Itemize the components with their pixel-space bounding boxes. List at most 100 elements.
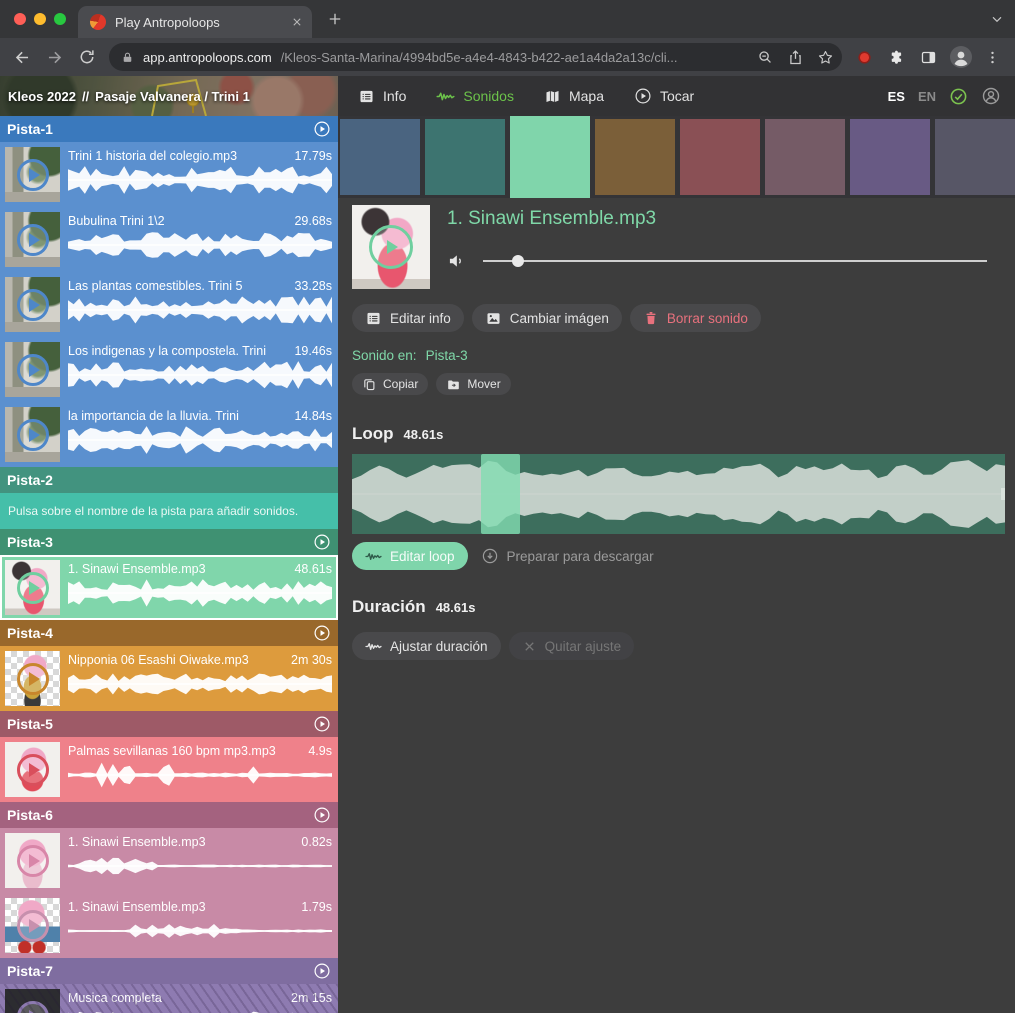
bookmark-star-icon[interactable]	[812, 44, 838, 70]
loop-highlight-region[interactable]	[481, 454, 520, 534]
clip-title-row: Bubulina Trini 1\229.68s	[68, 214, 332, 228]
adjust-duration-button[interactable]: Ajustar duración	[352, 632, 501, 660]
pista-play-button[interactable]	[313, 120, 331, 138]
pista-header[interactable]: Pista-7	[0, 958, 338, 984]
play-overlay-icon[interactable]	[352, 205, 430, 289]
clip-waveform	[68, 851, 332, 881]
play-overlay-icon[interactable]	[5, 651, 60, 706]
tab-close-icon[interactable]	[290, 15, 304, 29]
move-button[interactable]: Mover	[436, 373, 510, 395]
clip-row[interactable]: 1. Sinawi Ensemble.mp348.61s	[0, 555, 338, 620]
clip-name: Bubulina Trini 1\2	[68, 214, 165, 228]
url-bar[interactable]: app.antropoloops.com /Kleos-Santa-Marina…	[109, 43, 842, 71]
play-overlay-icon[interactable]	[5, 212, 60, 267]
browser-menu-icon[interactable]	[978, 43, 1007, 72]
reload-button[interactable]	[72, 43, 101, 72]
share-icon[interactable]	[782, 44, 808, 70]
clip-row[interactable]: Musica completa2m 15s	[0, 984, 338, 1013]
track-color-swatch[interactable]	[850, 119, 930, 195]
clip-row[interactable]: Los indigenas y la compostela. Trini19.4…	[0, 337, 338, 402]
pista-header[interactable]: Pista-5	[0, 711, 338, 737]
forward-button[interactable]	[40, 43, 69, 72]
play-overlay-icon[interactable]	[5, 342, 60, 397]
clip-row[interactable]: la importancia de la lluvia. Trini14.84s	[0, 402, 338, 467]
pista-play-button[interactable]	[313, 715, 331, 733]
loop-waveform[interactable]	[352, 454, 1005, 534]
extensions-puzzle-icon[interactable]	[882, 43, 911, 72]
breadcrumb[interactable]: Kleos 2022 // Pasaje Valvanera / Trini 1	[0, 76, 338, 116]
pista-header[interactable]: Pista-1	[0, 116, 338, 142]
track-color-swatch[interactable]	[510, 116, 590, 198]
sound-in-track-link[interactable]: Pista-3	[426, 348, 468, 363]
clip-title-row: Los indigenas y la compostela. Trini19.4…	[68, 344, 332, 358]
clip-duration: 0.82s	[301, 835, 332, 849]
sound-thumbnail[interactable]	[352, 205, 430, 289]
play-overlay-icon[interactable]	[5, 742, 60, 797]
pista-play-button[interactable]	[313, 962, 331, 980]
clip-row[interactable]: Las plantas comestibles. Trini 533.28s	[0, 272, 338, 337]
nav-info[interactable]: Info	[358, 88, 406, 105]
account-icon[interactable]	[981, 86, 1001, 106]
back-button[interactable]	[8, 43, 37, 72]
clip-row[interactable]: 1. Sinawi Ensemble.mp31.79s	[0, 893, 338, 958]
edit-info-button[interactable]: Editar info	[352, 304, 464, 332]
clip-waveform	[68, 760, 332, 790]
track-color-swatch[interactable]	[680, 119, 760, 195]
clip-row[interactable]: Palmas sevillanas 160 bpm mp3.mp34.9s	[0, 737, 338, 802]
fullscreen-button[interactable]	[54, 13, 66, 25]
track-color-swatch[interactable]	[425, 119, 505, 195]
language-es[interactable]: ES	[888, 89, 905, 104]
clip-row[interactable]: Trini 1 historia del colegio.mp317.79s	[0, 142, 338, 207]
delete-sound-button[interactable]: Borrar sonido	[630, 304, 761, 332]
play-overlay-icon[interactable]	[5, 833, 60, 888]
play-overlay-icon[interactable]	[5, 147, 60, 202]
clip-row[interactable]: Nipponia 06 Esashi Oiwake.mp32m 30s	[0, 646, 338, 711]
volume-slider[interactable]	[483, 254, 987, 268]
track-color-swatch[interactable]	[595, 119, 675, 195]
pista-play-button[interactable]	[313, 624, 331, 642]
track-color-swatch[interactable]	[935, 119, 1015, 195]
clip-body: Palmas sevillanas 160 bpm mp3.mp34.9s	[68, 737, 338, 802]
pista-header[interactable]: Pista-6	[0, 802, 338, 828]
language-en[interactable]: EN	[918, 89, 936, 104]
profile-avatar[interactable]	[946, 43, 975, 72]
play-overlay-icon[interactable]	[5, 560, 60, 615]
pista-name: Pista-2	[7, 472, 53, 488]
pista-play-button[interactable]	[313, 806, 331, 824]
remove-adjust-button[interactable]: Quitar ajuste	[509, 632, 635, 660]
pista-header[interactable]: Pista-4	[0, 620, 338, 646]
prepare-download-button[interactable]: Preparar para descargar	[481, 547, 654, 565]
clip-row[interactable]: 1. Sinawi Ensemble.mp30.82s	[0, 828, 338, 893]
play-overlay-icon[interactable]	[5, 407, 60, 462]
nav-sonidos[interactable]: Sonidos	[436, 87, 514, 106]
new-tab-button[interactable]	[326, 10, 344, 28]
clip-row[interactable]: Bubulina Trini 1\229.68s	[0, 207, 338, 272]
track-color-swatch[interactable]	[765, 119, 845, 195]
breadcrumb-project[interactable]: Kleos 2022	[8, 89, 76, 104]
browser-tab[interactable]: Play Antropoloops	[78, 6, 312, 38]
nav-tocar[interactable]: Tocar	[634, 87, 694, 105]
pista-play-button[interactable]	[313, 533, 331, 551]
copy-button[interactable]: Copiar	[352, 373, 428, 395]
pista-name: Pista-4	[7, 625, 53, 641]
play-overlay-icon[interactable]	[5, 898, 60, 953]
nav-mapa[interactable]: Mapa	[544, 88, 604, 105]
record-extension-icon[interactable]	[850, 43, 879, 72]
track-color-strip	[338, 116, 1015, 198]
breadcrumb-separator: //	[82, 89, 89, 104]
change-image-button[interactable]: Cambiar imágen	[472, 304, 622, 332]
side-panel-icon[interactable]	[914, 43, 943, 72]
pista-header[interactable]: Pista-3	[0, 529, 338, 555]
play-overlay-icon[interactable]	[5, 989, 60, 1013]
tab-search-chevron-icon[interactable]	[989, 11, 1005, 27]
volume-icon[interactable]	[447, 251, 467, 271]
volume-slider-track[interactable]	[483, 260, 987, 262]
edit-loop-button[interactable]: Editar loop	[352, 542, 468, 570]
zoom-level-icon[interactable]	[752, 44, 778, 70]
pista-header[interactable]: Pista-2	[0, 467, 338, 493]
play-overlay-icon[interactable]	[5, 277, 60, 332]
track-color-swatch[interactable]	[340, 119, 420, 195]
minimize-button[interactable]	[34, 13, 46, 25]
volume-slider-thumb[interactable]	[512, 255, 524, 267]
close-button[interactable]	[14, 13, 26, 25]
